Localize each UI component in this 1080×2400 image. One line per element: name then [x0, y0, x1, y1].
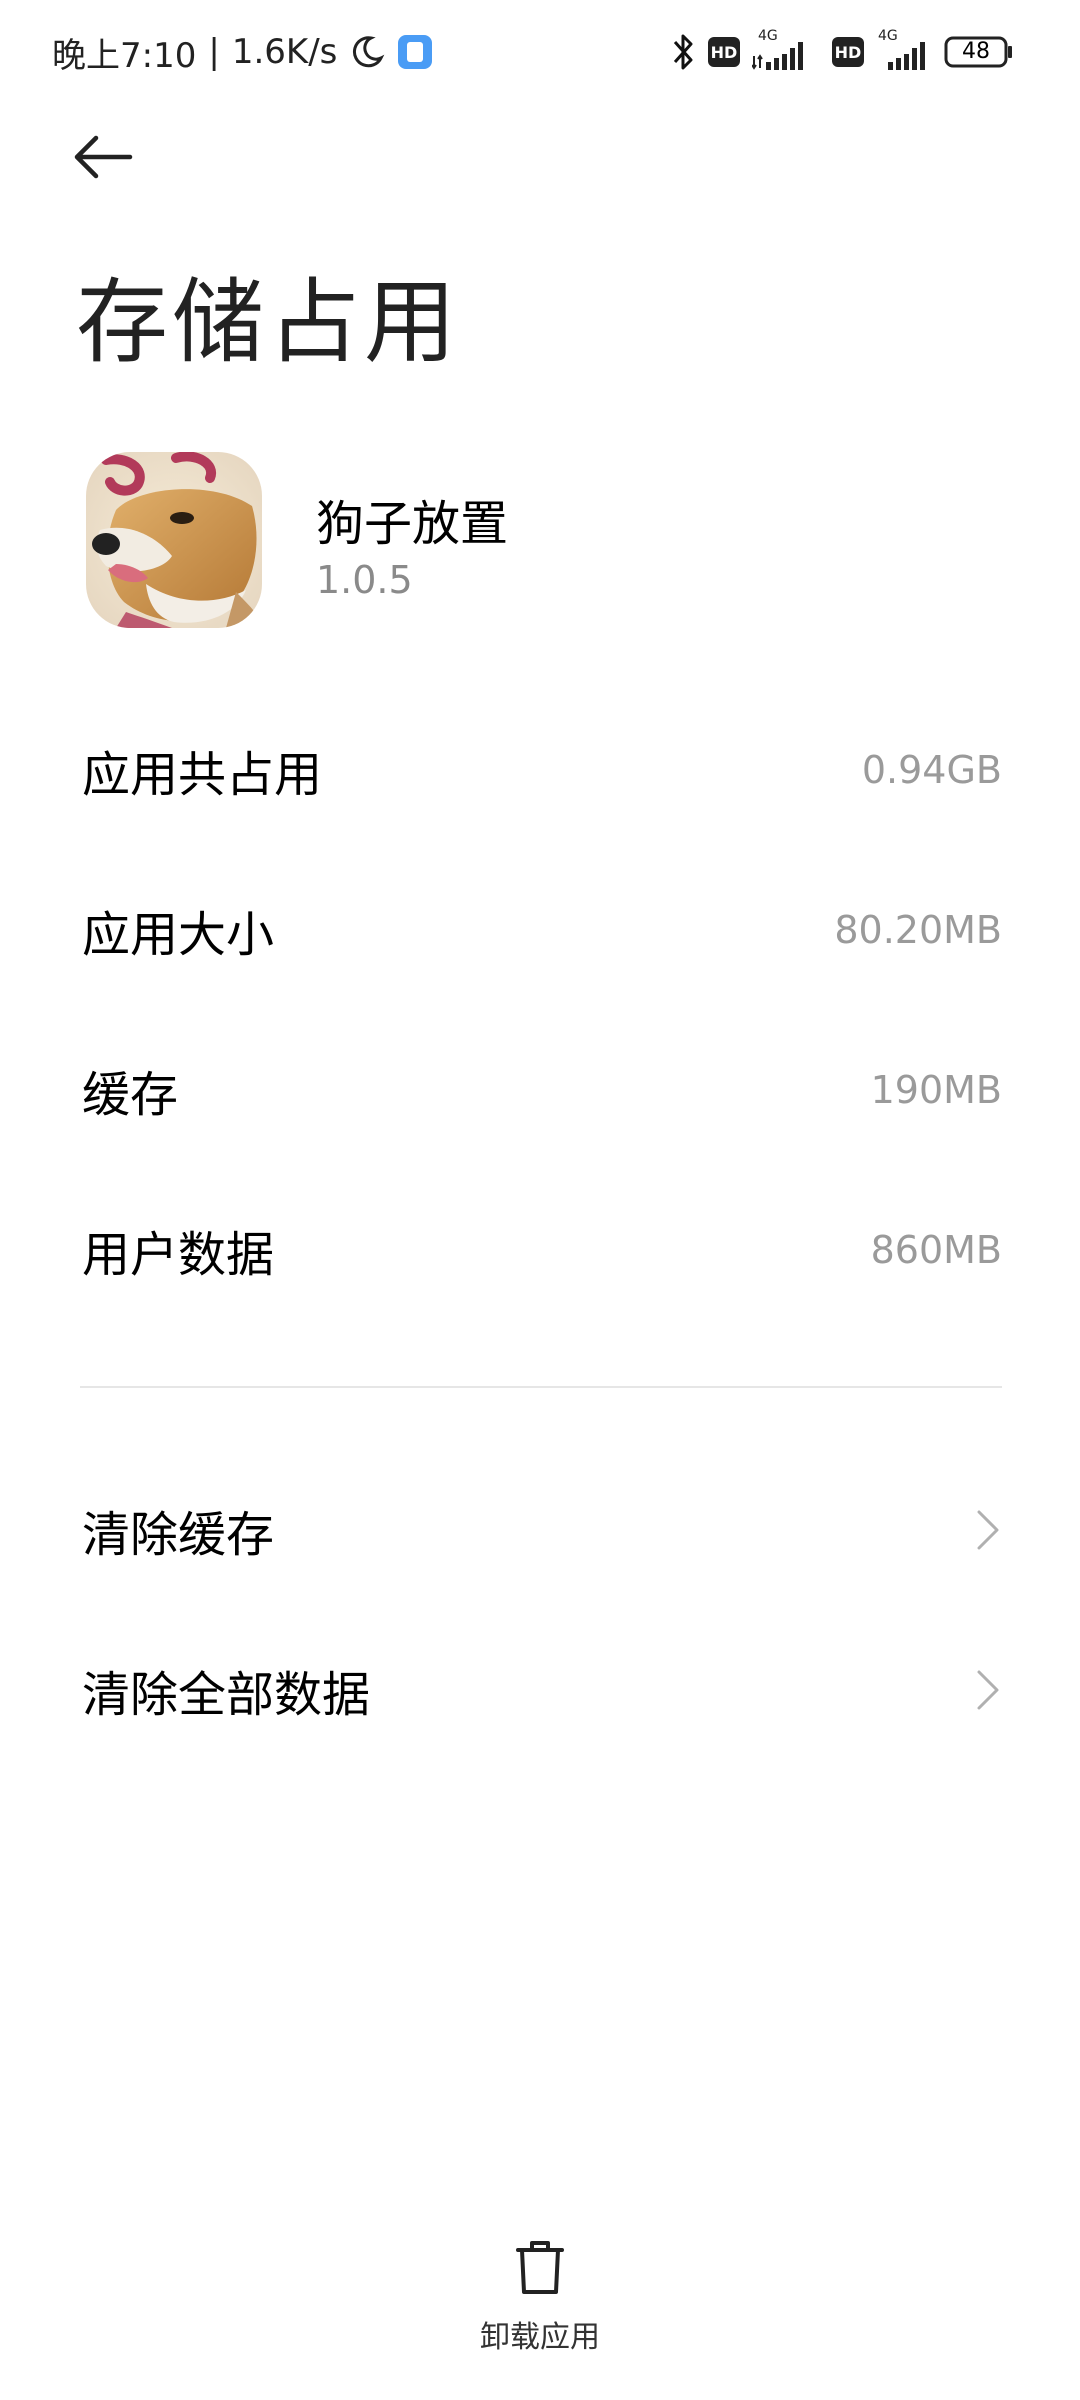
hd-icon: HD — [832, 37, 864, 67]
battery-icon: 48 — [944, 35, 1014, 69]
bluetooth-icon — [670, 32, 696, 72]
status-separator: | — [208, 32, 220, 72]
status-bar: 晚上7:10 | 1.6K/s HD 4G HD 4G 48 — [0, 0, 1080, 104]
divider — [80, 1386, 1002, 1388]
app-name: 狗子放置 — [316, 496, 509, 552]
storage-label: 应用大小 — [82, 907, 275, 963]
trash-icon — [512, 2238, 568, 2298]
storage-value: 190MB — [870, 1068, 1002, 1112]
storage-row-user-data: 用户数据 860MB — [82, 1170, 1002, 1330]
storage-list: 应用共占用 0.94GB 应用大小 80.20MB 缓存 190MB 用户数据 … — [82, 690, 1002, 1330]
network-speed: 1.6K/s — [231, 32, 338, 72]
clear-cache-button[interactable]: 清除缓存 — [82, 1450, 1002, 1610]
back-button[interactable] — [70, 124, 150, 194]
status-time: 晚上7:10 — [52, 35, 197, 76]
hd-icon: HD — [708, 37, 740, 67]
storage-row-total: 应用共占用 0.94GB — [82, 690, 1002, 850]
storage-value: 860MB — [870, 1228, 1002, 1272]
storage-value: 0.94GB — [861, 748, 1002, 792]
storage-row-app-size: 应用大小 80.20MB — [82, 850, 1002, 1010]
back-arrow-icon — [70, 135, 136, 194]
action-label: 清除全部数据 — [82, 1667, 371, 1723]
action-label: 清除缓存 — [82, 1507, 275, 1563]
app-info: 狗子放置 1.0.5 — [86, 452, 986, 632]
notification-icon — [397, 34, 433, 70]
4g-signal-icon: 4G — [876, 28, 932, 72]
moon-icon — [349, 34, 385, 70]
storage-value: 80.20MB — [834, 908, 1002, 952]
app-version: 1.0.5 — [316, 558, 413, 602]
uninstall-label: 卸载应用 — [480, 2320, 600, 2355]
app-icon — [86, 452, 262, 628]
uninstall-button[interactable]: 卸载应用 — [440, 2238, 640, 2368]
status-right: HD 4G HD 4G 48 — [670, 26, 1014, 78]
action-list: 清除缓存 清除全部数据 — [82, 1450, 1002, 1770]
storage-row-cache: 缓存 190MB — [82, 1010, 1002, 1170]
storage-label: 用户数据 — [82, 1227, 275, 1283]
4g-signal-icon: 4G — [752, 28, 820, 72]
hd-label: HD — [834, 42, 862, 62]
chevron-right-icon — [974, 1666, 1002, 1714]
storage-label: 应用共占用 — [82, 747, 323, 803]
clear-all-data-button[interactable]: 清除全部数据 — [82, 1610, 1002, 1770]
chevron-right-icon — [974, 1506, 1002, 1554]
battery-level: 48 — [962, 39, 990, 64]
page-title: 存储占用 — [76, 269, 461, 376]
storage-label: 缓存 — [82, 1067, 179, 1123]
hd-label: HD — [710, 42, 738, 62]
status-left: 晚上7:10 | 1.6K/s — [52, 26, 433, 78]
